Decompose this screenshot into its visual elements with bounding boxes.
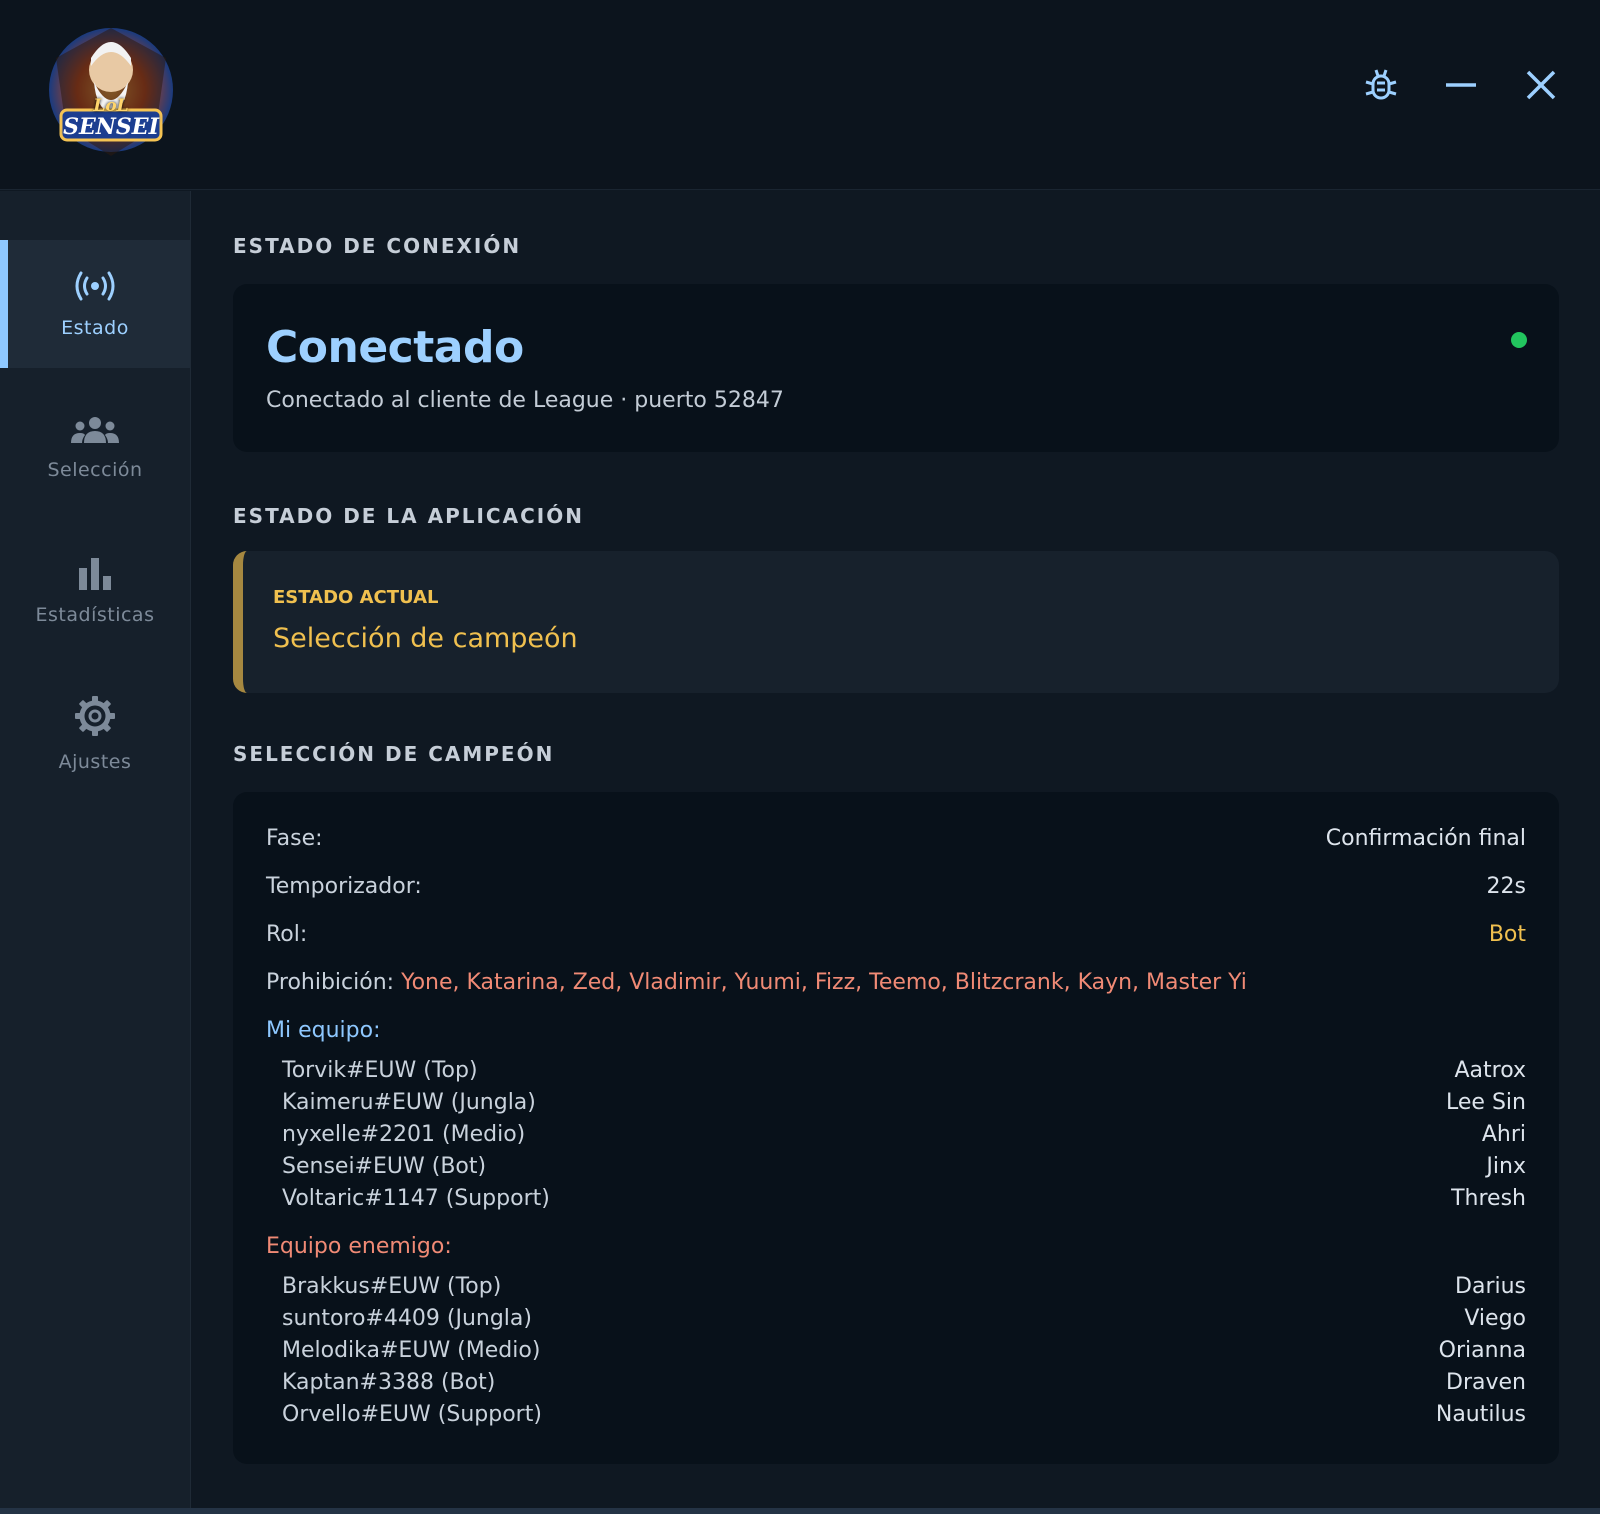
phase-row: Fase: Confirmación final <box>266 826 1526 851</box>
app-state-section-title: ESTADO DE LA APLICACIÓN <box>233 504 584 528</box>
player-name: Kaptan#3388 (Bot) <box>282 1370 496 1395</box>
sidebar-item-label: Estadísticas <box>35 604 155 626</box>
champ-select-section-title: SELECCIÓN DE CAMPEÓN <box>233 742 555 766</box>
enemy-player-row: Orvello#EUW (Support) Nautilus <box>282 1402 1526 1427</box>
sidebar-item-ajustes[interactable]: Ajustes <box>0 670 190 798</box>
bans-row: Prohibición: Yone, Katarina, Zed, Vladim… <box>266 970 1247 995</box>
bug-icon <box>1365 69 1397 100</box>
enemy-player-row: Melodika#EUW (Medio) Orianna <box>282 1338 1526 1363</box>
player-name: Brakkus#EUW (Top) <box>282 1274 502 1299</box>
gear-icon <box>75 696 115 736</box>
connection-card: Conectado Conectado al cliente de League… <box>233 284 1559 452</box>
timer-value: 22s <box>1486 874 1526 899</box>
app-window: LoL SENSEI Estado Selección Estadísticas… <box>0 0 1600 1514</box>
enemy-team-header: Equipo enemigo: <box>266 1234 452 1259</box>
player-name: Sensei#EUW (Bot) <box>282 1154 487 1179</box>
connection-section-title: ESTADO DE CONEXIÓN <box>233 234 522 258</box>
team-player-row: Torvik#EUW (Top) Aatrox <box>282 1058 1526 1083</box>
champion-name: Draven <box>1446 1370 1526 1395</box>
phase-label: Fase: <box>266 826 323 851</box>
sidebar-item-estadisticas[interactable]: Estadísticas <box>0 527 190 655</box>
role-label: Rol: <box>266 922 308 947</box>
minimize-icon <box>1446 83 1476 87</box>
champion-name: Thresh <box>1451 1186 1526 1211</box>
champion-name: Lee Sin <box>1446 1090 1526 1115</box>
sidebar-item-label: Selección <box>47 459 143 481</box>
connection-status: Conectado <box>266 322 524 373</box>
app-state-value: Selección de campeón <box>273 623 578 654</box>
player-name: Orvello#EUW (Support) <box>282 1402 542 1427</box>
title-bar: LoL SENSEI <box>0 0 1600 190</box>
team-player-row: Sensei#EUW (Bot) Jinx <box>282 1154 1526 1179</box>
status-indicator <box>1511 332 1527 348</box>
champion-name: Viego <box>1464 1306 1526 1331</box>
group-icon <box>71 417 119 443</box>
enemy-player-row: Kaptan#3388 (Bot) Draven <box>282 1370 1526 1395</box>
champion-name: Aatrox <box>1454 1058 1526 1083</box>
sidebar-item-label: Ajustes <box>58 751 132 773</box>
sidebar-item-seleccion[interactable]: Selección <box>0 384 190 512</box>
player-name: Torvik#EUW (Top) <box>282 1058 478 1083</box>
minimize-button[interactable] <box>1442 66 1480 104</box>
bottom-edge <box>0 1508 1600 1514</box>
player-name: suntoro#4409 (Jungla) <box>282 1306 532 1331</box>
player-name: Kaimeru#EUW (Jungla) <box>282 1090 536 1115</box>
champion-name: Ahri <box>1481 1122 1526 1147</box>
team-player-row: Voltaric#1147 (Support) Thresh <box>282 1186 1526 1211</box>
close-button[interactable] <box>1522 66 1560 104</box>
enemy-player-row: Brakkus#EUW (Top) Darius <box>282 1274 1526 1299</box>
player-name: Melodika#EUW (Medio) <box>282 1338 541 1363</box>
connection-detail: Conectado al cliente de League · puerto … <box>266 388 784 413</box>
player-name: nyxelle#2201 (Medio) <box>282 1122 526 1147</box>
champion-name: Darius <box>1455 1274 1526 1299</box>
app-state-label: ESTADO ACTUAL <box>273 587 439 608</box>
window-controls <box>1362 66 1560 104</box>
logo-text-bottom: SENSEI <box>63 114 159 140</box>
timer-label: Temporizador: <box>266 874 422 899</box>
main-content: ESTADO DE CONEXIÓN Conectado Conectado a… <box>192 191 1600 1508</box>
sidebar-item-label: Estado <box>61 317 129 339</box>
timer-row: Temporizador: 22s <box>266 874 1526 899</box>
team-player-row: nyxelle#2201 (Medio) Ahri <box>282 1122 1526 1147</box>
sidebar-item-estado[interactable]: Estado <box>0 240 190 368</box>
app-logo: LoL SENSEI <box>36 18 186 164</box>
close-icon <box>1526 70 1556 100</box>
bans-label: Prohibición: <box>266 970 395 995</box>
champion-name: Jinx <box>1486 1154 1526 1179</box>
enemy-player-row: suntoro#4409 (Jungla) Viego <box>282 1306 1526 1331</box>
app-state-card: ESTADO ACTUAL Selección de campeón <box>233 551 1559 693</box>
player-name: Voltaric#1147 (Support) <box>282 1186 550 1211</box>
bans-list: Yone, Katarina, Zed, Vladimir, Yuumi, Fi… <box>401 970 1247 995</box>
debug-button[interactable] <box>1362 66 1400 104</box>
bar-chart-icon <box>79 558 111 590</box>
role-value: Bot <box>1488 922 1526 947</box>
team-player-row: Kaimeru#EUW (Jungla) Lee Sin <box>282 1090 1526 1115</box>
champion-name: Orianna <box>1438 1338 1526 1363</box>
broadcast-icon <box>75 271 115 301</box>
phase-value: Confirmación final <box>1325 826 1526 851</box>
role-row: Rol: Bot <box>266 922 1526 947</box>
logo-text-top: LoL <box>93 96 129 116</box>
champion-name: Nautilus <box>1435 1402 1526 1427</box>
my-team-header: Mi equipo: <box>266 1018 381 1043</box>
sidebar: Estado Selección Estadísticas Ajustes <box>0 191 191 1508</box>
champ-select-card: Fase: Confirmación final Temporizador: 2… <box>233 792 1559 1464</box>
